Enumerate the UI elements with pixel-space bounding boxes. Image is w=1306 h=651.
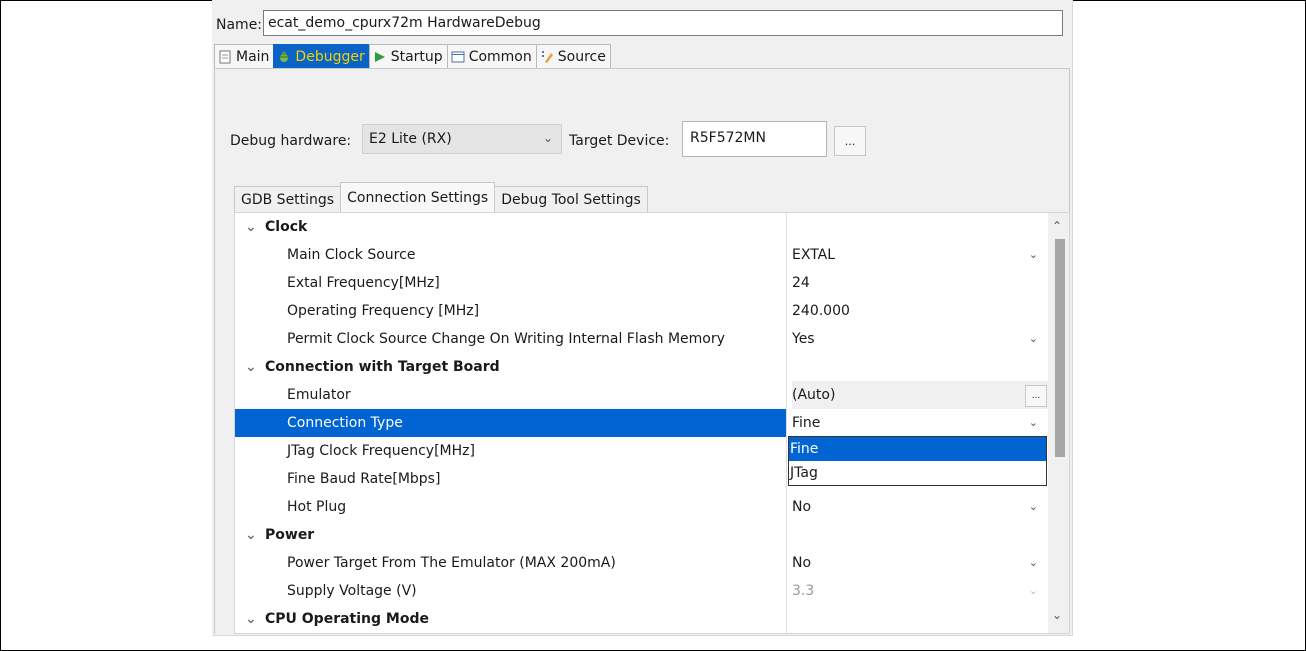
property-value: (Auto) [792,387,836,403]
category-label: Clock [265,219,308,235]
chevron-down-icon[interactable]: ⌄ [1029,241,1038,269]
target-device-label: Target Device: [569,133,670,149]
property-value: 240.000 [792,303,850,319]
property-value: No [792,499,812,515]
tab-startup[interactable]: Startup [368,44,448,68]
source-icon [540,50,554,64]
target-device-input[interactable]: R5F572MN [682,121,827,157]
property-label: Extal Frequency[MHz] [235,269,787,297]
chevron-down-icon: ⌄ [1028,584,1038,597]
property-value: Yes [792,331,815,347]
subtab-debug-tool-settings[interactable]: Debug Tool Settings [494,186,648,212]
tab-common[interactable]: Common [446,44,537,68]
tab-source[interactable]: Source [535,44,611,68]
tab-main[interactable]: Main [214,44,275,68]
emulator-browse-button[interactable]: ... [1025,385,1047,407]
property-value: EXTAL [792,247,836,263]
debugger-subtabs: GDB Settings Connection Settings Debug T… [234,182,648,212]
expand-chevron-icon[interactable]: ⌄ [245,213,265,241]
tab-debugger[interactable]: Debugger [273,44,370,68]
property-row[interactable]: Extal Frequency[MHz] 24 [235,269,1048,297]
chevron-down-icon[interactable]: ⌄ [1029,409,1038,437]
property-label: JTag Clock Frequency[MHz] [235,437,787,465]
property-label: Power Target From The Emulator (MAX 200m… [235,549,787,577]
category-label: CPU Operating Mode [265,611,429,627]
property-row-selected[interactable]: Connection Type Fine ⌄ [235,409,1048,437]
property-row[interactable]: Power Target From The Emulator (MAX 200m… [235,549,1048,577]
property-row[interactable]: Permit Clock Source Change On Writing In… [235,325,1048,353]
target-device-browse-button[interactable]: ... [834,126,866,156]
name-label: Name: [216,17,263,33]
property-value: Fine [792,415,821,431]
config-tabs: Main Debugger Startup Common Source [214,44,611,70]
chevron-down-icon[interactable]: ⌄ [1029,549,1038,577]
tab-label: Common [468,48,532,65]
tab-label: Startup [390,48,443,65]
expand-chevron-icon[interactable]: ⌄ [245,605,265,633]
property-label: Fine Baud Rate[Mbps] [235,465,787,493]
category-power[interactable]: ⌄ Power [235,521,1048,549]
property-label: Operating Frequency [MHz] [235,297,787,325]
document-icon [218,50,232,64]
property-label: Permit Clock Source Change On Writing In… [235,325,787,353]
debug-hardware-value: E2 Lite (RX) [369,131,452,147]
scrollbar-thumb[interactable] [1055,239,1065,457]
subtab-gdb-settings[interactable]: GDB Settings [234,186,342,212]
property-label: Hot Plug [235,493,787,521]
window-icon [451,50,465,64]
launch-config-window: Name: ecat_demo_cpurx72m HardwareDebug M… [212,0,1073,636]
chevron-down-icon[interactable]: ⌄ [1029,325,1038,353]
property-grid: ⌄ Clock Main Clock Source EXTAL ⌄ Extal Fr… [234,212,1070,634]
property-value: 24 [792,275,810,291]
property-row[interactable]: Operating Frequency [MHz] 240.000 [235,297,1048,325]
scroll-down-icon[interactable]: ⌄ [1052,608,1062,622]
tab-label: Debugger [295,48,365,65]
vertical-scrollbar[interactable]: ⌃ ⌄ [1048,213,1069,633]
debug-hardware-label: Debug hardware: [230,133,352,149]
property-label: Connection Type [235,409,787,437]
debug-hardware-select[interactable]: E2 Lite (RX) ⌄ [362,124,562,154]
name-input[interactable]: ecat_demo_cpurx72m HardwareDebug [263,10,1063,36]
tab-label: Source [557,48,606,65]
expand-chevron-icon[interactable]: ⌄ [245,521,265,549]
category-label: Connection with Target Board [265,359,500,375]
tab-label: Main [236,48,270,65]
property-label: Main Clock Source [235,241,787,269]
property-label: Supply Voltage (V) [235,577,787,605]
subtab-connection-settings[interactable]: Connection Settings [340,182,496,212]
chevron-down-icon: ⌄ [542,131,553,145]
chevron-down-icon[interactable]: ⌄ [1029,493,1038,521]
scroll-up-icon[interactable]: ⌃ [1052,219,1062,233]
category-label: Power [265,527,315,543]
category-cpu-operating-mode[interactable]: ⌄ CPU Operating Mode [235,605,1048,633]
category-connection-with-target-board[interactable]: ⌄ Connection with Target Board [235,353,1048,381]
dropdown-option-jtag[interactable]: JTag [789,461,1046,485]
play-icon [373,50,387,64]
property-row[interactable]: Main Clock Source EXTAL ⌄ [235,241,1048,269]
connection-type-dropdown: Fine JTag [788,436,1047,486]
property-row[interactable]: Supply Voltage (V) 3.3 ⌄ [235,577,1048,605]
category-clock[interactable]: ⌄ Clock [235,213,1048,241]
expand-chevron-icon[interactable]: ⌄ [245,353,265,381]
property-row[interactable]: Hot Plug No ⌄ [235,493,1048,521]
property-label: Emulator [235,381,787,409]
bug-icon [277,50,291,64]
property-row[interactable]: Emulator (Auto)... [235,381,1048,409]
property-value: No [792,555,812,571]
property-value: 3.3 [792,583,815,599]
dropdown-option-fine[interactable]: Fine [789,437,1046,461]
